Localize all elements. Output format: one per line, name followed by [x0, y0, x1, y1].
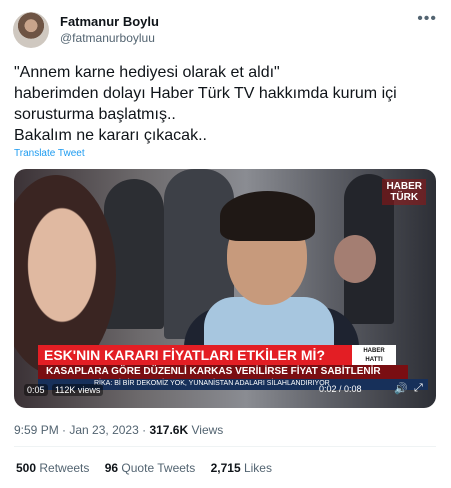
- program-badge: HABER HATTI: [352, 345, 396, 365]
- headline-text: ESK'NIN KARARI FİYATLARI ETKİLER Mİ?: [44, 347, 325, 363]
- video-progress: 0:02 / 0:08: [319, 384, 362, 394]
- tweet-line: Bakalım ne kararı çıkacak..: [14, 127, 207, 144]
- headline-bar: ESK'NIN KARARI FİYATLARI ETKİLER Mİ?: [38, 345, 388, 365]
- author-name[interactable]: Fatmanur Boylu: [60, 14, 159, 29]
- tweet-line: haberimden dolayı Haber Türk TV hakkımda…: [14, 85, 397, 102]
- tweet-meta: 9:59 PM · Jan 23, 2023 · 317.6K Views: [14, 423, 223, 437]
- view-count: 317.6K: [149, 423, 189, 437]
- translate-tweet-link[interactable]: Translate Tweet: [14, 148, 85, 159]
- logo-line: TÜRK: [390, 192, 419, 203]
- subtitle-bar: KASAPLARA GÖRE DÜZENLİ KARKAS VERİLİRSE …: [38, 365, 408, 379]
- tweet-date[interactable]: Jan 23, 2023: [69, 423, 138, 437]
- retweets-count: 500: [16, 461, 37, 475]
- channel-logo: HABER TÜRK: [382, 179, 426, 205]
- tweet-line: sorusturma başlatmış..: [14, 106, 176, 123]
- background-child: [334, 235, 376, 283]
- retweets-label: Retweets: [36, 461, 90, 475]
- logo-line: HABER: [386, 181, 422, 192]
- boy-hair: [220, 191, 315, 241]
- video-player[interactable]: HABER TÜRK ESK'NIN KARARI FİYATLARI ETKİ…: [14, 169, 436, 408]
- meta-separator: ·: [138, 423, 150, 437]
- tweet-text: "Annem karne hediyesi olarak et aldı" ha…: [14, 62, 439, 146]
- quotes-count: 96: [104, 461, 119, 475]
- quotes-label: Quote Tweets: [118, 461, 196, 475]
- avatar[interactable]: [13, 12, 49, 48]
- likes-link[interactable]: 2,715 Likes: [211, 461, 272, 475]
- quote-tweets-link[interactable]: 96 Quote Tweets: [105, 461, 196, 475]
- volume-icon[interactable]: 🔊: [394, 382, 408, 395]
- badge-line: HATTI: [365, 357, 383, 363]
- subtitle-text: KASAPLARA GÖRE DÜZENLİ KARKAS VERİLİRSE …: [46, 366, 381, 377]
- ellipsis-icon[interactable]: •••: [417, 10, 437, 28]
- ticker-text: RİKA: Bİ BİR DEKOMİZ YOK, YUNANİSTAN ADA…: [94, 380, 330, 387]
- likes-label: Likes: [240, 461, 272, 475]
- tweet-stats: 500 Retweets 96 Quote Tweets 2,715 Likes: [16, 461, 272, 475]
- fullscreen-icon[interactable]: ⤢: [414, 382, 423, 395]
- video-views: 112K views: [52, 384, 104, 396]
- tweet-line: "Annem karne hediyesi olarak et aldı": [14, 64, 280, 81]
- meta-separator: ·: [58, 423, 70, 437]
- video-elapsed: 0:05: [24, 384, 48, 396]
- retweets-link[interactable]: 500 Retweets: [16, 461, 89, 475]
- likes-count: 2,715: [210, 461, 241, 475]
- tweet-time[interactable]: 9:59 PM: [14, 423, 59, 437]
- divider: [14, 446, 436, 447]
- view-label: Views: [188, 423, 224, 437]
- author-handle[interactable]: @fatmanurboyluu: [60, 31, 155, 45]
- badge-line: HABER: [363, 348, 385, 354]
